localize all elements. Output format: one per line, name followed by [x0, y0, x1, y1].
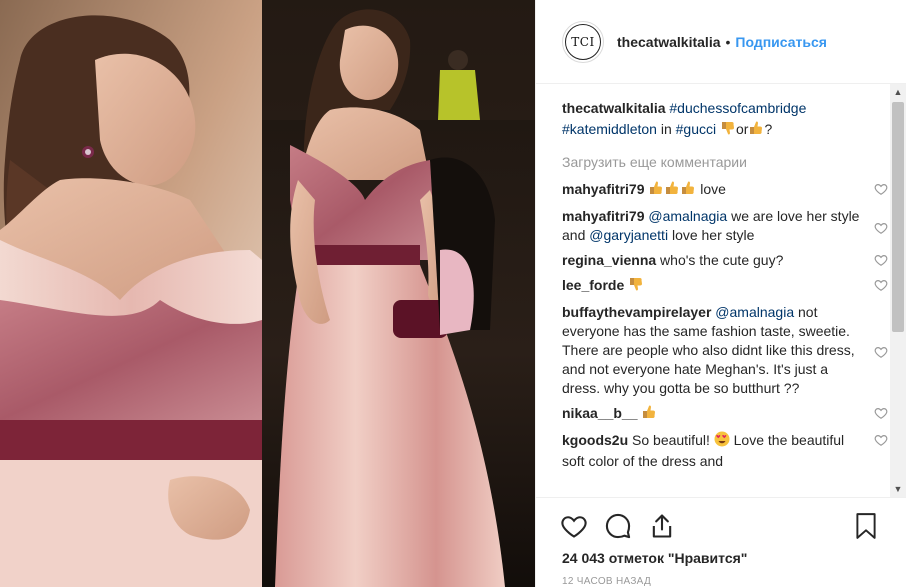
comment-username-link[interactable]: lee_forde: [562, 277, 624, 293]
comment-like-heart-icon[interactable]: [874, 182, 888, 196]
comment-like-heart-icon[interactable]: [874, 253, 888, 267]
avatar-logo: TCI: [565, 23, 601, 60]
comment-like-heart-icon[interactable]: [874, 345, 888, 359]
header-separator: •: [725, 33, 731, 50]
scroll-up-arrow-icon[interactable]: ▲: [890, 84, 906, 100]
hashtag-link[interactable]: #gucci: [676, 121, 716, 137]
comments-list[interactable]: thecatwalkitalia #duchessofcambridge #ka…: [536, 84, 891, 497]
comment-username-link[interactable]: mahyafitri79: [562, 181, 644, 197]
follow-button[interactable]: Подписаться: [735, 34, 827, 50]
comment-item: kgoods2u So beautiful! Love the beautifu…: [562, 431, 888, 471]
load-more-comments-button[interactable]: Загрузить еще комментарии: [562, 152, 891, 172]
comment-item: regina_vienna who's the cute guy?: [562, 251, 888, 270]
comment-username-link[interactable]: nikaa__b__: [562, 405, 638, 421]
header-username-link[interactable]: thecatwalkitalia: [617, 34, 721, 50]
caption-text: in: [660, 121, 672, 137]
share-upload-icon[interactable]: [648, 512, 676, 540]
comment-username-link[interactable]: regina_vienna: [562, 252, 656, 268]
mention-link[interactable]: @amalnagia: [648, 208, 727, 224]
comment-username-link[interactable]: buffaythevampirelayer: [562, 304, 711, 320]
scrollbar-thumb[interactable]: [892, 102, 904, 332]
scroll-down-arrow-icon[interactable]: ▼: [890, 481, 906, 497]
caption-text: ?: [764, 121, 773, 137]
comment-like-heart-icon[interactable]: [874, 433, 888, 447]
comment-item: nikaa__b__: [562, 404, 888, 425]
post-photo[interactable]: [0, 0, 535, 587]
post-header: TCI thecatwalkitalia • Подписаться: [536, 0, 906, 84]
caption-text: or: [736, 121, 749, 137]
thumbs-up-icon: [680, 180, 696, 201]
post-timestamp[interactable]: 12 ЧАСОВ НАЗАД: [562, 576, 651, 587]
comment-like-heart-icon[interactable]: [874, 406, 888, 420]
thumbs-up-icon: [648, 180, 664, 201]
post-actions-bar: 24 043 отметок "Нравится": [536, 497, 906, 587]
post-photo-illustration: [0, 0, 535, 587]
comment-text: So beautiful!: [632, 432, 710, 448]
heart-eyes-emoji-icon: [714, 431, 730, 452]
instagram-post-view: TCI thecatwalkitalia • Подписаться theca…: [0, 0, 906, 587]
comments-scrollbar[interactable]: ▲ ▼: [890, 84, 906, 497]
comment-text: love her style: [671, 227, 755, 243]
comment-text: love: [700, 181, 726, 197]
bookmark-save-icon[interactable]: [853, 512, 879, 540]
thumbs-down-icon: [628, 276, 644, 297]
hashtag-link[interactable]: #duchessofcambridge: [669, 100, 806, 116]
comment-username-link[interactable]: mahyafitri79: [562, 208, 644, 224]
comment-username-link[interactable]: kgoods2u: [562, 432, 628, 448]
comment-bubble-icon[interactable]: [604, 512, 632, 540]
thumbs-down-icon: [720, 120, 736, 142]
thumbs-up-icon: [748, 120, 764, 142]
mention-link[interactable]: @amalnagia: [715, 304, 794, 320]
thumbs-up-icon: [641, 404, 657, 425]
comment-item: mahyafitri79 love: [562, 180, 888, 201]
thumbs-up-icon: [664, 180, 680, 201]
post-caption: thecatwalkitalia #duchessofcambridge #ka…: [562, 98, 852, 142]
comment-text: who's the cute guy?: [660, 252, 784, 268]
like-heart-icon[interactable]: [560, 512, 588, 540]
comment-item: mahyafitri79 @amalnagia we are love her …: [562, 207, 888, 245]
comment-like-heart-icon[interactable]: [874, 221, 888, 235]
post-side-panel: TCI thecatwalkitalia • Подписаться theca…: [535, 0, 906, 587]
likes-count[interactable]: 24 043 отметок "Нравится": [562, 550, 747, 566]
comment-like-heart-icon[interactable]: [874, 278, 888, 292]
hashtag-link[interactable]: #katemiddleton: [562, 121, 657, 137]
comment-item: buffaythevampirelayer @amalnagia not eve…: [562, 303, 888, 398]
avatar[interactable]: TCI: [562, 20, 604, 63]
mention-link[interactable]: @garyjanetti: [589, 227, 668, 243]
caption-username-link[interactable]: thecatwalkitalia: [562, 100, 666, 116]
comment-item: lee_forde: [562, 276, 888, 297]
